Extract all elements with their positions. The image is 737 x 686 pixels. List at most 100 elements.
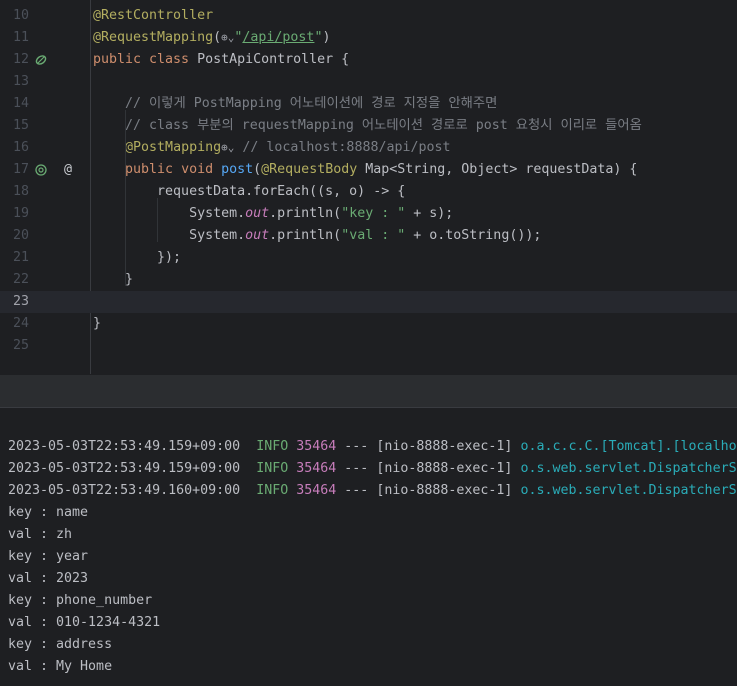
code-text: }: [93, 269, 133, 291]
override-at-icon[interactable]: @: [64, 159, 72, 181]
line-number[interactable]: 12: [0, 49, 29, 71]
code-text: public void post(@RequestBody Map<String…: [93, 159, 637, 181]
endpoint-globe-icon[interactable]: [35, 164, 47, 176]
console-output-line: key : name: [8, 505, 89, 520]
code-token: @RequestMapping: [93, 30, 214, 45]
code-text: });: [93, 247, 181, 269]
line-number[interactable]: 25: [0, 335, 29, 357]
code-token: "val : ": [341, 228, 406, 243]
code-line-16[interactable]: 16 @PostMapping⊕⌄ // localhost:8888/api/…: [0, 137, 737, 159]
code-line-21[interactable]: 21 });: [0, 247, 737, 269]
console-output-line: val : 010-1234-4321: [8, 615, 161, 630]
code-line-14[interactable]: 14 // 이렇게 PostMapping 어노테이션에 경로 지정을 안해주면: [0, 93, 737, 115]
code-token: public void: [125, 162, 222, 177]
line-number[interactable]: 18: [0, 181, 29, 203]
code-line-12[interactable]: 12 public class PostApiController {: [0, 49, 737, 71]
code-token: public class: [93, 52, 198, 67]
code-token: + o.toString());: [405, 228, 542, 243]
code-line-20[interactable]: 20 System.out.println("val : " + o.toStr…: [0, 225, 737, 247]
code-token: + s);: [405, 206, 454, 221]
code-editor[interactable]: 10 @RestController 11 @RequestMapping(⊕⌄"/a…: [0, 0, 737, 374]
line-number[interactable]: 24: [0, 313, 29, 335]
code-token: out: [245, 206, 270, 221]
code-text: System.out.println("val : " + o.toString…: [93, 225, 541, 247]
line-number[interactable]: 22: [0, 269, 29, 291]
code-line-15[interactable]: 15 // class 부분의 requestMapping 어노테이션 경로로…: [0, 115, 737, 137]
code-text: @RestController: [93, 5, 213, 27]
code-token: @PostMapping: [125, 140, 222, 155]
code-line-11[interactable]: 11 @RequestMapping(⊕⌄"/api/post"): [0, 27, 737, 49]
code-token: // 이렇게 PostMapping 어노테이션에 경로 지정을 안해주면: [93, 96, 498, 111]
line-number[interactable]: 13: [0, 71, 29, 93]
indent-guide: [157, 198, 158, 242]
code-token: out: [245, 228, 270, 243]
code-line-23[interactable]: 23: [0, 291, 737, 313]
log-level: INFO: [256, 483, 289, 498]
code-line-17[interactable]: 17 public void post(@RequestBody Map<Str…: [0, 159, 737, 181]
code-line-25[interactable]: 25: [0, 335, 737, 357]
code-token: ): [322, 30, 331, 45]
line-number[interactable]: 19: [0, 203, 29, 225]
line-number[interactable]: 20: [0, 225, 29, 247]
code-token[interactable]: /api/post: [242, 30, 314, 45]
line-number[interactable]: 15: [0, 115, 29, 137]
code-token: @RequestBody: [261, 162, 358, 177]
code-token: post: [221, 162, 254, 177]
code-text: }: [93, 313, 101, 335]
code-line-22[interactable]: 22 }: [0, 269, 737, 291]
line-number[interactable]: 11: [0, 27, 29, 49]
code-token: System.: [93, 228, 246, 243]
code-line-13[interactable]: 13: [0, 71, 737, 93]
run-console[interactable]: 2023-05-03T22:53:49.159+09:00 INFO 35464…: [0, 436, 737, 686]
log-level: INFO: [256, 439, 289, 454]
indent-guide: [125, 110, 126, 286]
log-timestamp: 2023-05-03T22:53:49.159+09:00: [8, 439, 241, 454]
log-thread: [nio-8888-exec-1]: [376, 483, 513, 498]
code-line-10[interactable]: 10 @RestController: [0, 5, 737, 27]
code-text: @PostMapping⊕⌄ // localhost:8888/api/pos…: [93, 137, 451, 159]
code-token: }: [93, 272, 134, 287]
line-number[interactable]: 21: [0, 247, 29, 269]
code-token: }: [93, 316, 102, 331]
log-line: 2023-05-03T22:53:49.159+09:00 INFO 35464…: [8, 458, 737, 480]
log-logger[interactable]: o.a.c.c.C.[Tomcat].[localho: [520, 439, 736, 454]
code-line-18[interactable]: 18 requestData.forEach((s, o) -> {: [0, 181, 737, 203]
log-separator: ---: [344, 483, 369, 498]
code-token: requestData.forEach((s, o) -> {: [93, 184, 406, 199]
line-number[interactable]: 17: [0, 159, 29, 181]
log-separator: ---: [344, 439, 369, 454]
code-token: "key : ": [341, 206, 406, 221]
log-logger[interactable]: o.s.web.servlet.DispatcherS: [520, 483, 736, 498]
globe-icon[interactable]: ⊕⌄: [221, 141, 234, 154]
log-pid: 35464: [296, 483, 337, 498]
log-logger[interactable]: o.s.web.servlet.DispatcherS: [520, 461, 736, 476]
code-token: (: [253, 162, 262, 177]
log-timestamp: 2023-05-03T22:53:49.159+09:00: [8, 461, 241, 476]
line-number[interactable]: 16: [0, 137, 29, 159]
code-text: @RequestMapping(⊕⌄"/api/post"): [93, 27, 330, 49]
bean-leaf-icon[interactable]: [35, 54, 47, 66]
code-text: // class 부분의 requestMapping 어노테이션 경로로 po…: [93, 115, 642, 137]
globe-icon[interactable]: ⊕⌄: [221, 31, 234, 44]
line-number[interactable]: 14: [0, 93, 29, 115]
panel-splitter[interactable]: [0, 374, 737, 408]
log-pid: 35464: [296, 461, 337, 476]
line-number[interactable]: 10: [0, 5, 29, 27]
log-timestamp: 2023-05-03T22:53:49.160+09:00: [8, 483, 241, 498]
code-token: });: [93, 250, 182, 265]
log-separator: ---: [344, 461, 369, 476]
code-token: System.: [93, 206, 246, 221]
code-token: Map<String, Object> requestData) {: [357, 162, 638, 177]
log-line: 2023-05-03T22:53:49.160+09:00 INFO 35464…: [8, 480, 737, 502]
log-line: 2023-05-03T22:53:49.159+09:00 INFO 35464…: [8, 436, 737, 458]
console-output-line: val : zh: [8, 527, 73, 542]
log-thread: [nio-8888-exec-1]: [376, 461, 513, 476]
line-number[interactable]: 23: [0, 291, 29, 313]
code-token: // localhost:8888/api/post: [234, 140, 451, 155]
code-text: public class PostApiController {: [93, 49, 349, 71]
console-output-line: val : My Home: [8, 659, 113, 674]
code-line-19[interactable]: 19 System.out.println("key : " + s);: [0, 203, 737, 225]
code-line-24[interactable]: 24}: [0, 313, 737, 335]
code-text: System.out.println("key : " + s);: [93, 203, 453, 225]
log-level: INFO: [256, 461, 289, 476]
